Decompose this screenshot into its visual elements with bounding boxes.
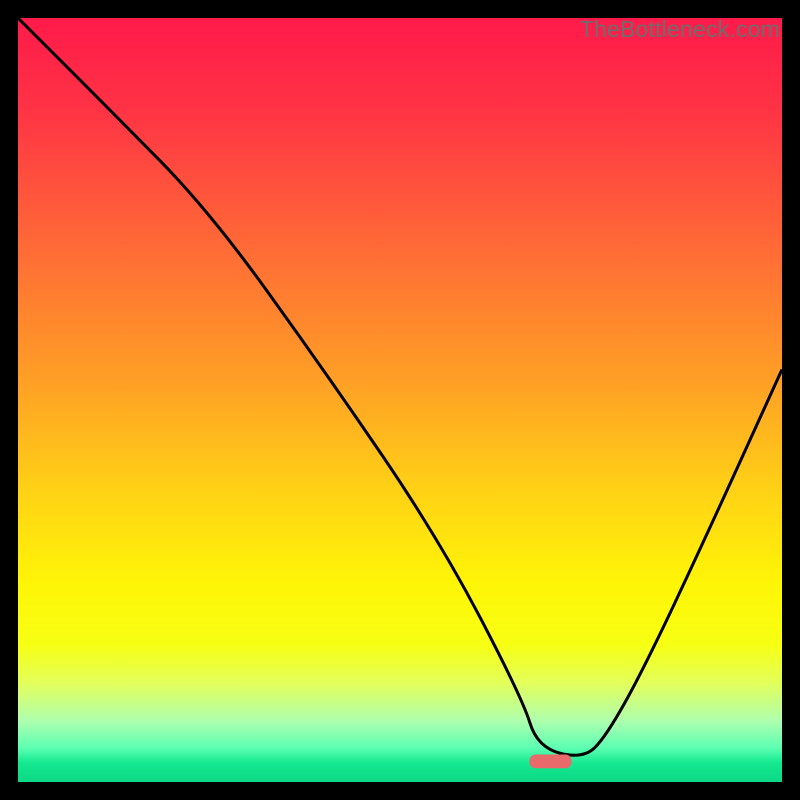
watermark-text: TheBottleneck.com	[580, 16, 780, 43]
chart-frame: TheBottleneck.com	[18, 18, 782, 782]
bottleneck-chart	[18, 18, 782, 782]
optimal-marker	[529, 754, 571, 768]
